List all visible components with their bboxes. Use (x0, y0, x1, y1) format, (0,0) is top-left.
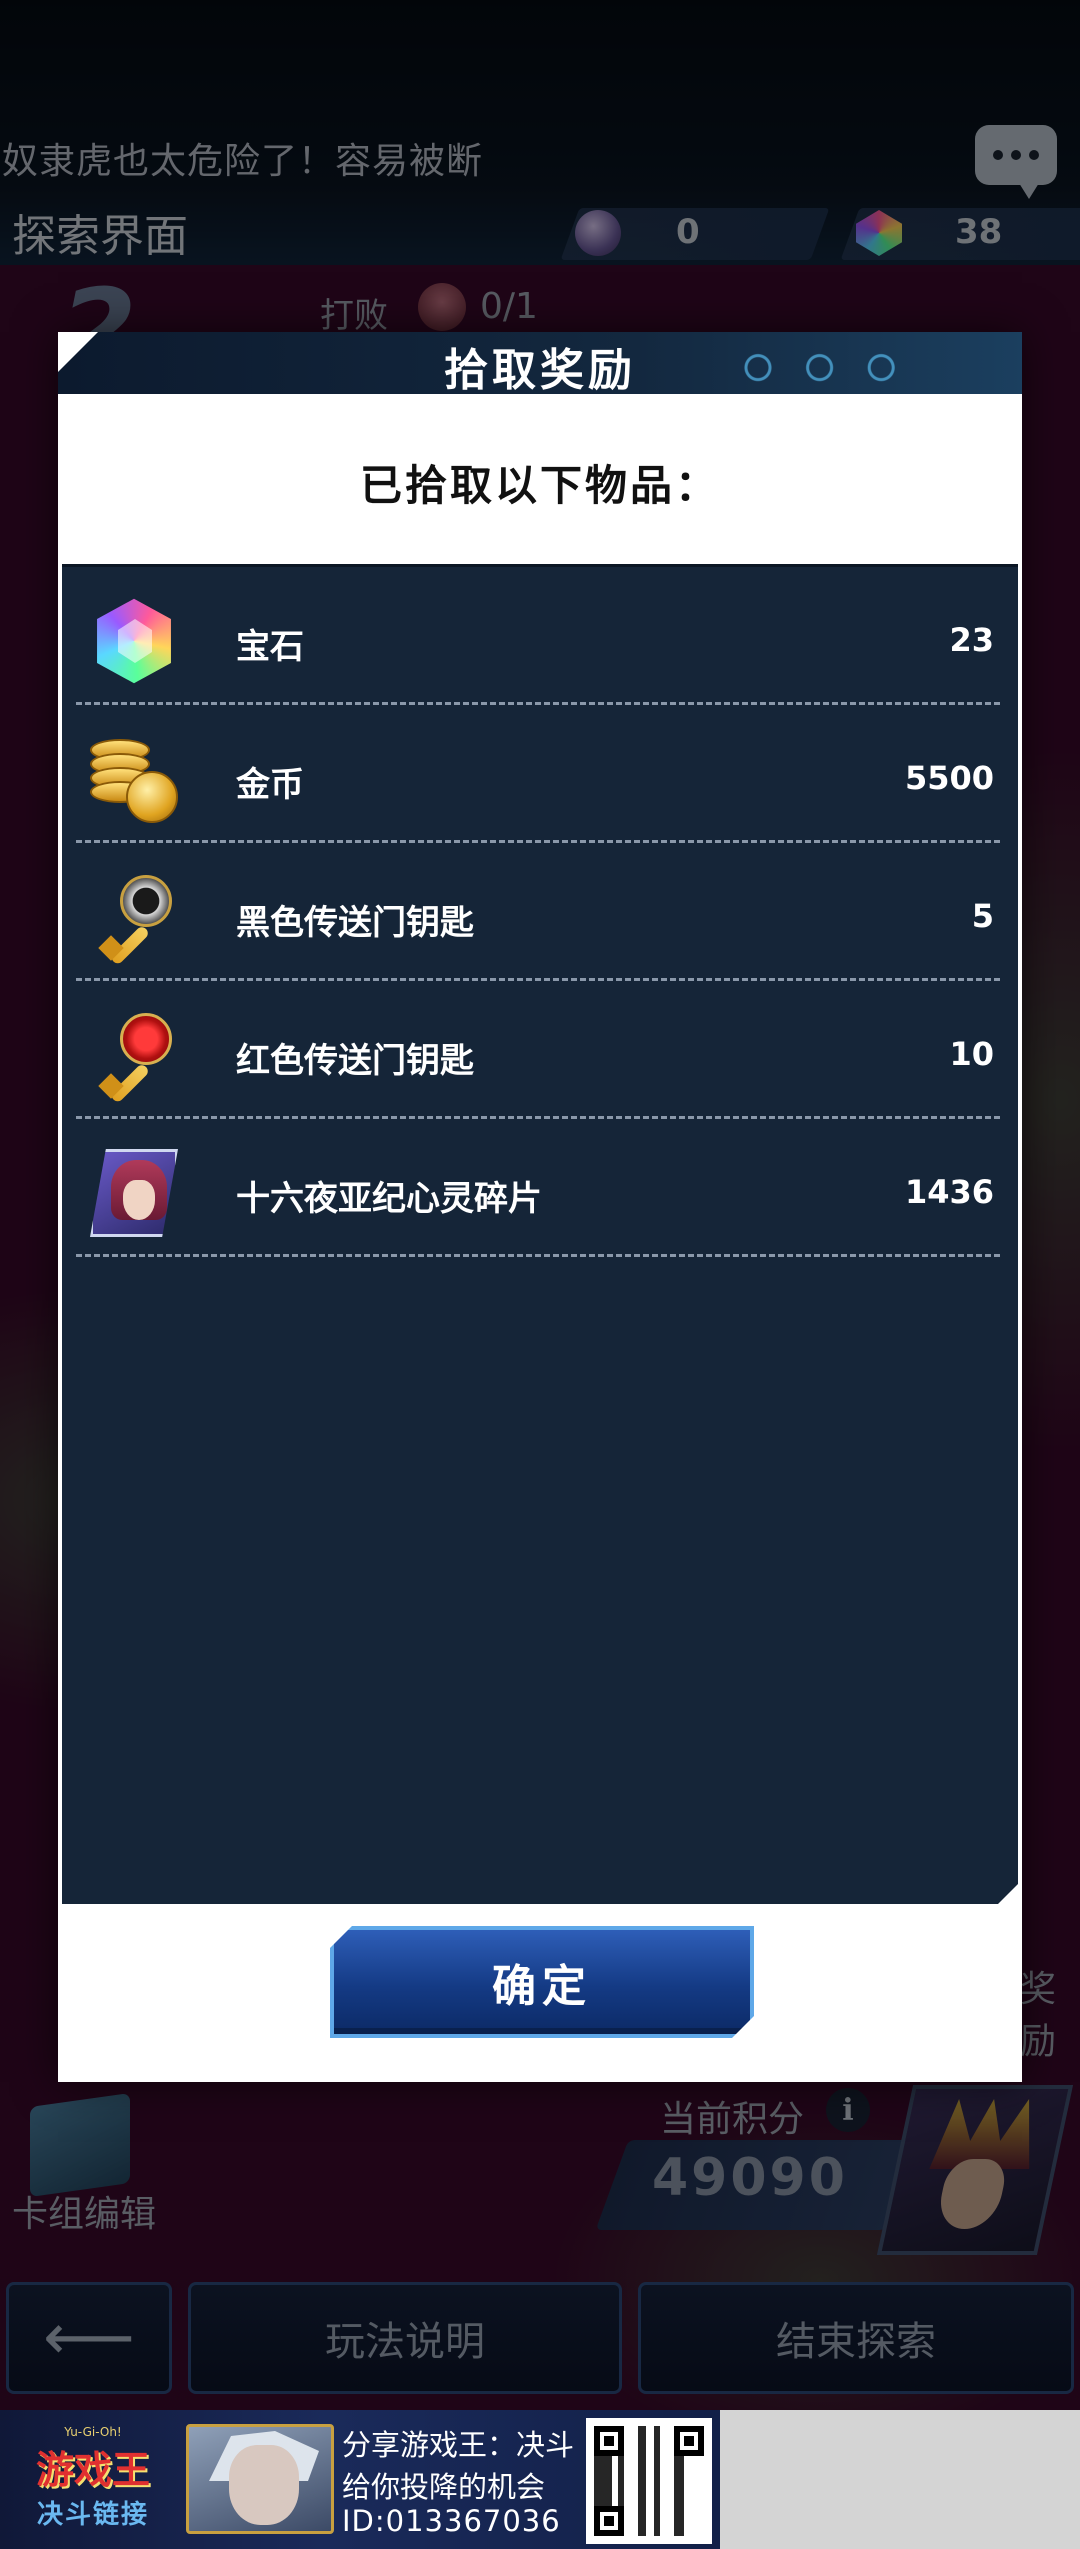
item-name: 金币 (236, 765, 304, 805)
game-logo: Yu-Gi-Oh! 游戏王 决斗链接 (8, 2425, 178, 2530)
item-name: 十六夜亚纪心灵碎片 (236, 1179, 542, 1219)
qr-code-icon (586, 2418, 712, 2544)
ad-banner[interactable]: Yu-Gi-Oh! 游戏王 决斗链接 分享游戏王：决斗 给你投降的机会 ID:0… (0, 2410, 720, 2549)
dialog-title: 拾取奖励 (444, 345, 636, 396)
list-item: 红色传送门钥匙 10 (76, 981, 1000, 1119)
item-name: 黑色传送门钥匙 (236, 903, 474, 943)
item-name: 宝石 (236, 627, 304, 667)
ad-line-1: 分享游戏王：决斗 (342, 2428, 575, 2462)
black-key-icon (90, 873, 178, 961)
logo-top-text: Yu-Gi-Oh! (64, 2425, 122, 2439)
list-item: 黑色传送门钥匙 5 (76, 843, 1000, 981)
list-item: 宝石 23 (76, 567, 1000, 705)
confirm-button[interactable]: 确定 (330, 1926, 754, 2038)
ad-line-3: ID:013367036 (342, 2504, 561, 2538)
logo-main-text: 游戏王 (35, 2448, 150, 2492)
item-count: 23 (949, 621, 994, 659)
list-item: 十六夜亚纪心灵碎片 1436 (76, 1119, 1000, 1257)
red-key-icon (90, 1011, 178, 1099)
gold-coins-icon (90, 735, 178, 823)
ad-blank-area (720, 2410, 1080, 2549)
item-count: 5 (971, 897, 994, 935)
dialog-subtitle: 已拾取以下物品： (359, 461, 720, 510)
item-name: 红色传送门钥匙 (236, 1041, 474, 1081)
reward-dialog: 拾取奖励 已拾取以下物品： 宝石 23 金币 5500 黑色传送门钥匙 5 红色… (58, 332, 1022, 2082)
item-count: 1436 (904, 1173, 994, 1211)
list-item: 金币 5500 (76, 705, 1000, 843)
gem-icon (90, 597, 178, 685)
item-count: 5500 (904, 759, 994, 797)
ad-line-2: 给你投降的机会 (342, 2470, 546, 2504)
reward-list: 宝石 23 金币 5500 黑色传送门钥匙 5 红色传送门钥匙 10 十六夜亚纪… (62, 564, 1018, 1904)
character-portrait (186, 2424, 334, 2534)
logo-sub-text: 决斗链接 (36, 2500, 149, 2530)
character-card-icon (90, 1149, 178, 1237)
item-count: 10 (949, 1035, 994, 1073)
